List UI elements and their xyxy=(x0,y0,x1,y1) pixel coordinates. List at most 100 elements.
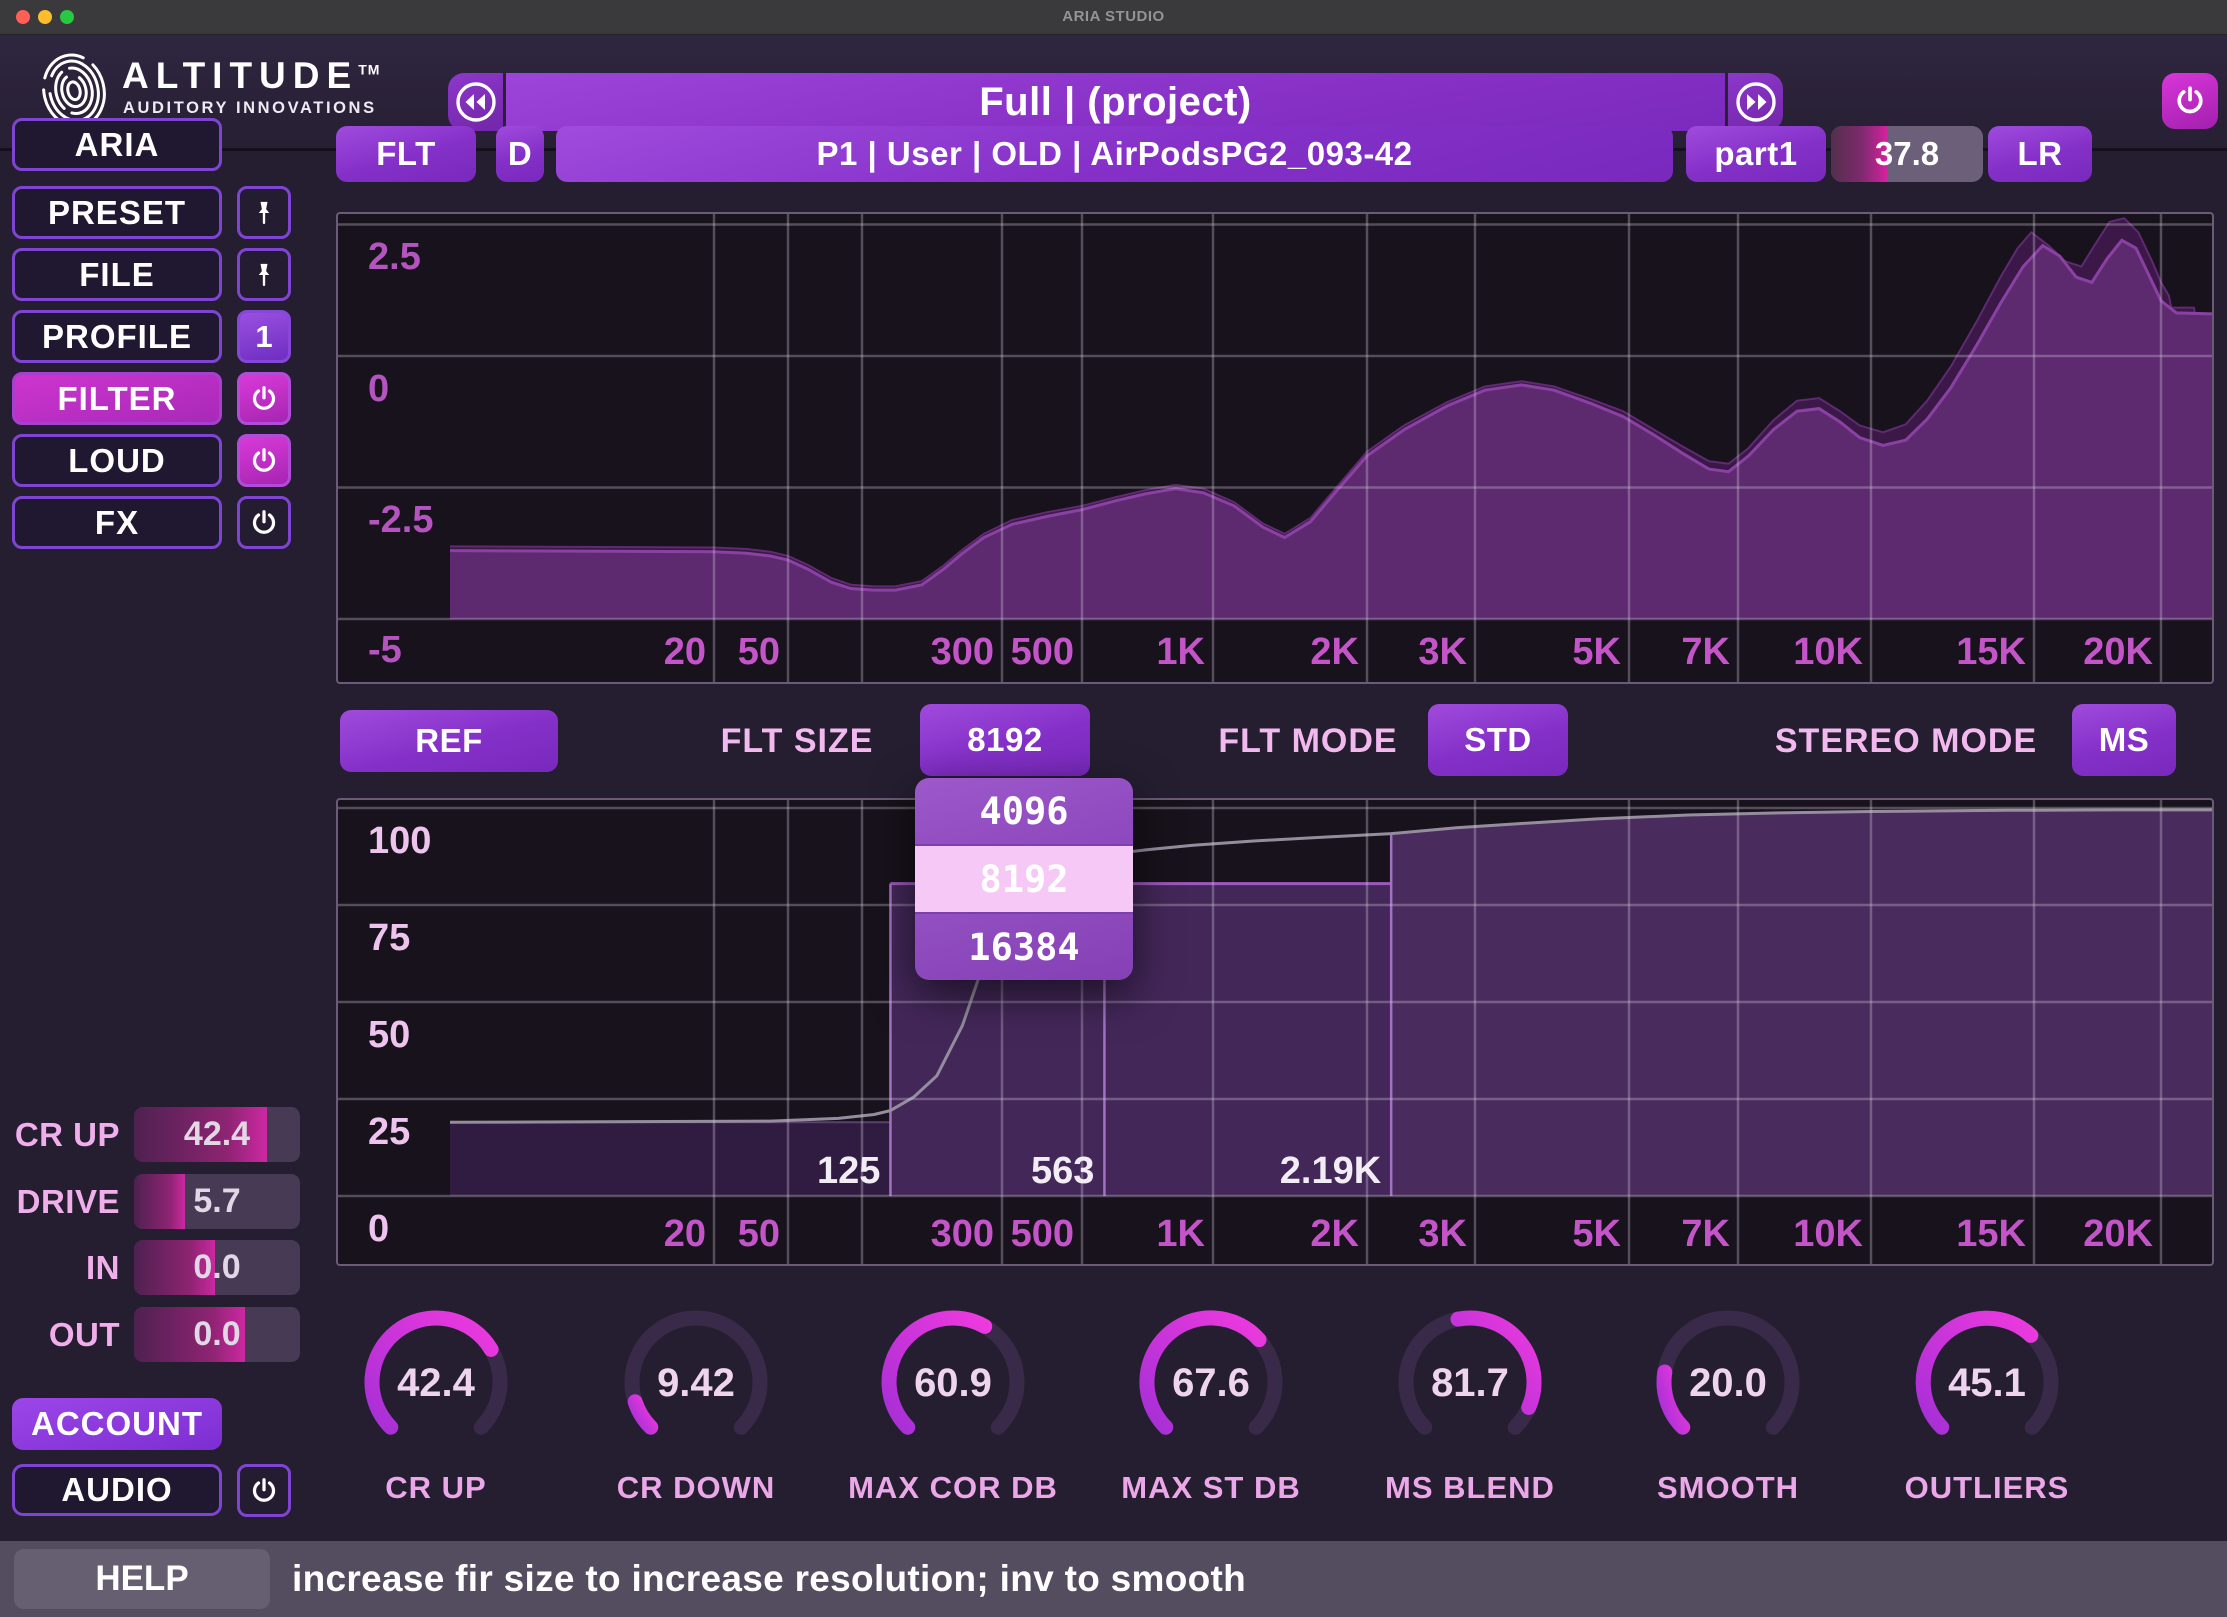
drive-param-slider[interactable]: 5.7 xyxy=(134,1174,300,1229)
d-button[interactable]: D xyxy=(496,126,544,182)
svg-text:0: 0 xyxy=(368,368,389,410)
flt-size-label: FLT SIZE xyxy=(721,722,874,761)
power-icon xyxy=(249,508,279,538)
power-icon xyxy=(249,384,279,414)
svg-text:20K: 20K xyxy=(2083,1213,2153,1255)
nav-forward-button[interactable] xyxy=(1728,73,1783,131)
svg-text:1K: 1K xyxy=(1156,1213,1205,1255)
meter-value: 37.8 xyxy=(1831,135,1983,173)
svg-text:500: 500 xyxy=(1011,631,1074,673)
svg-text:125: 125 xyxy=(817,1150,880,1192)
smooth-knob-label: SMOOTH xyxy=(1578,1470,1878,1506)
svg-text:25: 25 xyxy=(368,1111,410,1153)
svg-text:9.42: 9.42 xyxy=(657,1361,735,1405)
fast-forward-icon xyxy=(1734,80,1778,124)
outliers-knob-label: OUTLIERS xyxy=(1837,1470,2137,1506)
audio-button[interactable]: AUDIO xyxy=(12,1464,222,1516)
svg-text:300: 300 xyxy=(931,1213,994,1255)
svg-text:20: 20 xyxy=(664,631,706,673)
out-param-slider[interactable]: 0.0 xyxy=(134,1307,300,1362)
flt-size-option-16384[interactable]: 16384 xyxy=(915,914,1133,980)
filter-resolution-chart[interactable]: 20503005001K2K3K5K7K10K15K20K10075502501… xyxy=(336,798,2214,1266)
svg-text:3K: 3K xyxy=(1418,1213,1467,1255)
svg-text:20K: 20K xyxy=(2083,631,2153,673)
ms-blend-knob-label: MS BLEND xyxy=(1320,1470,1620,1506)
sidebar-item-fx[interactable]: FX xyxy=(12,496,222,549)
channel-lr-button[interactable]: LR xyxy=(1988,126,2092,182)
project-title-button[interactable]: Full | (project) xyxy=(503,73,1728,131)
outliers-knob[interactable]: 45.1 xyxy=(1902,1300,2072,1470)
svg-text:20.0: 20.0 xyxy=(1689,1361,1767,1405)
cr-up-param-value: 42.4 xyxy=(134,1115,300,1154)
svg-text:2.5: 2.5 xyxy=(368,236,421,278)
sidebar-item-preset[interactable]: PRESET xyxy=(12,186,222,239)
master-power-button[interactable] xyxy=(2162,73,2218,129)
profile-number-button[interactable]: 1 xyxy=(237,310,291,363)
audio-power-button[interactable] xyxy=(237,1464,291,1517)
svg-text:67.6: 67.6 xyxy=(1172,1361,1250,1405)
fx-power-button[interactable] xyxy=(237,496,291,549)
svg-text:2K: 2K xyxy=(1310,1213,1359,1255)
loud-power-button[interactable] xyxy=(237,434,291,487)
out-param-label: OUT xyxy=(8,1316,120,1354)
svg-text:50: 50 xyxy=(738,1213,780,1255)
svg-text:50: 50 xyxy=(738,631,780,673)
cr-down-knob[interactable]: 9.42 xyxy=(611,1300,781,1470)
stereo-mode-label: STEREO MODE xyxy=(1775,722,2037,761)
pin-icon xyxy=(250,261,278,289)
svg-text:5K: 5K xyxy=(1572,631,1621,673)
meter-value-slider[interactable]: 37.8 xyxy=(1831,126,1983,182)
power-icon xyxy=(249,446,279,476)
in-param-value: 0.0 xyxy=(134,1248,300,1287)
svg-text:-2.5: -2.5 xyxy=(368,499,433,541)
svg-text:45.1: 45.1 xyxy=(1948,1361,2026,1405)
part-button[interactable]: part1 xyxy=(1686,126,1826,182)
file-pin-button[interactable] xyxy=(237,248,291,301)
svg-text:3K: 3K xyxy=(1418,631,1467,673)
sidebar-item-aria[interactable]: ARIA xyxy=(12,118,222,171)
project-title: Full | (project) xyxy=(979,80,1252,125)
max-st-db-knob[interactable]: 67.6 xyxy=(1126,1300,1296,1470)
flt-mode-select[interactable]: STD xyxy=(1428,704,1568,776)
power-icon xyxy=(249,1476,279,1506)
flt-size-option-4096[interactable]: 4096 xyxy=(915,778,1133,846)
sidebar-item-filter[interactable]: FILTER xyxy=(12,372,222,425)
filter-power-button[interactable] xyxy=(237,372,291,425)
frequency-response-chart[interactable]: 20503005001K2K3K5K7K10K15K20K2.50-2.5-5 xyxy=(336,212,2214,684)
nav-back-button[interactable] xyxy=(448,73,503,131)
in-param-label: IN xyxy=(8,1249,120,1287)
svg-text:15K: 15K xyxy=(1956,631,2026,673)
svg-text:7K: 7K xyxy=(1681,631,1730,673)
help-button[interactable]: HELP xyxy=(14,1549,270,1609)
drive-param-value: 5.7 xyxy=(134,1182,300,1221)
in-param-slider[interactable]: 0.0 xyxy=(134,1240,300,1295)
preset-path-display[interactable]: P1 | User | OLD | AirPodsPG2_093-42 xyxy=(556,126,1673,182)
stereo-mode-select[interactable]: MS xyxy=(2072,704,2176,776)
sidebar-item-loud[interactable]: LOUD xyxy=(12,434,222,487)
cr-up-param-slider[interactable]: 42.4 xyxy=(134,1107,300,1162)
ms-blend-knob[interactable]: 81.7 xyxy=(1385,1300,1555,1470)
svg-text:7K: 7K xyxy=(1681,1213,1730,1255)
sidebar-item-profile[interactable]: PROFILE xyxy=(12,310,222,363)
ref-button[interactable]: REF xyxy=(340,710,558,772)
flt-size-select[interactable]: 8192 xyxy=(920,704,1090,776)
cr-down-knob-label: CR DOWN xyxy=(546,1470,846,1506)
aria-studio-app: ARIA STUDIO ALTITUDETM AUDITORY INNOVATI… xyxy=(0,0,2227,1617)
smooth-knob[interactable]: 20.0 xyxy=(1643,1300,1813,1470)
svg-text:81.7: 81.7 xyxy=(1431,1361,1509,1405)
svg-text:5K: 5K xyxy=(1572,1213,1621,1255)
max-cor-db-knob[interactable]: 60.9 xyxy=(868,1300,1038,1470)
account-button[interactable]: ACCOUNT xyxy=(12,1398,222,1450)
brand-subtitle: AUDITORY INNOVATIONS xyxy=(123,99,377,118)
svg-text:10K: 10K xyxy=(1793,631,1863,673)
svg-text:75: 75 xyxy=(368,917,410,959)
svg-text:500: 500 xyxy=(1011,1213,1074,1255)
flt-size-option-8192[interactable]: 8192 xyxy=(915,846,1133,914)
brand-name: ALTITUDETM xyxy=(122,55,380,97)
sidebar-item-file[interactable]: FILE xyxy=(12,248,222,301)
svg-text:2K: 2K xyxy=(1310,631,1359,673)
cr-up-knob[interactable]: 42.4 xyxy=(351,1300,521,1470)
preset-pin-button[interactable] xyxy=(237,186,291,239)
flt-button[interactable]: FLT xyxy=(336,126,476,182)
flt-mode-label: FLT MODE xyxy=(1218,722,1397,761)
